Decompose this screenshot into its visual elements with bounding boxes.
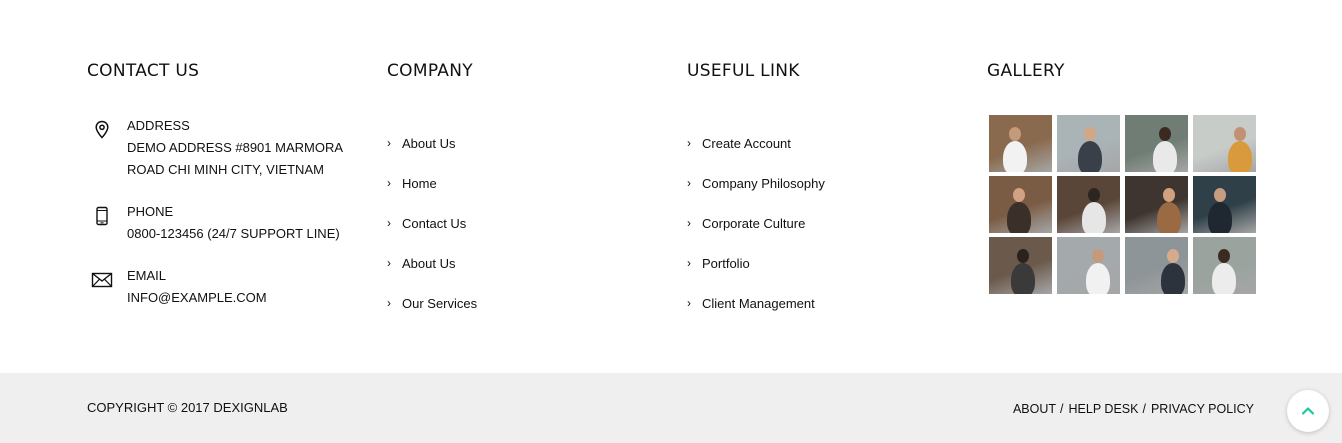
person-figure <box>1228 141 1252 172</box>
gallery-heading: GALLERY <box>987 61 1065 81</box>
chevron-right-icon: › <box>387 136 391 150</box>
envelope-icon <box>91 269 113 291</box>
person-figure <box>1003 141 1027 172</box>
person-figure <box>1086 263 1110 294</box>
person-figure <box>1007 202 1031 233</box>
chevron-right-icon: › <box>387 176 391 190</box>
person-figure <box>1078 141 1102 172</box>
person-figure <box>1153 141 1177 172</box>
footer-widgets: CONTACT US ADDRESS DEMO ADDRESS #8901 MA… <box>0 0 1342 373</box>
company-link[interactable]: › Our Services <box>387 283 477 323</box>
gallery-thumbnail[interactable] <box>1125 176 1188 233</box>
gallery-thumbnail[interactable] <box>989 115 1052 172</box>
useful-link[interactable]: › Corporate Culture <box>687 203 825 243</box>
gallery-thumbnail[interactable] <box>989 176 1052 233</box>
useful-link-label: Company Philosophy <box>702 175 825 191</box>
company-column: COMPANY › About Us › Home › Contact Us › Abo… <box>387 60 657 311</box>
person-figure <box>1082 202 1106 233</box>
useful-link-label: Portfolio <box>702 255 750 271</box>
person-head <box>1009 127 1021 141</box>
person-head <box>1159 127 1171 141</box>
person-figure <box>1208 202 1232 233</box>
gallery-thumbnail[interactable] <box>1057 115 1120 172</box>
company-link[interactable]: › About Us <box>387 123 477 163</box>
person-head <box>1084 127 1096 141</box>
useful-heading: USEFUL LINK <box>687 61 800 81</box>
map-pin-icon <box>91 119 113 141</box>
person-figure <box>1161 263 1185 294</box>
company-heading: COMPANY <box>387 61 473 81</box>
chevron-right-icon: › <box>687 216 691 230</box>
help-desk-link[interactable]: HELP DESK <box>1069 402 1139 416</box>
person-head <box>1013 188 1025 202</box>
gallery-column: GALLERY <box>987 60 1257 294</box>
person-head <box>1218 249 1230 263</box>
contact-heading: CONTACT US <box>87 61 200 81</box>
mobile-phone-icon <box>91 205 113 227</box>
company-link[interactable]: › Contact Us <box>387 203 477 243</box>
useful-link-label: Create Account <box>702 135 791 151</box>
person-head <box>1167 249 1179 263</box>
person-head <box>1234 127 1246 141</box>
person-head <box>1163 188 1175 202</box>
company-link-label: Our Services <box>402 295 478 311</box>
copyright-text: COPYRIGHT © 2017 DEXIGNLAB <box>87 400 288 415</box>
address-label: ADDRESS <box>127 118 190 133</box>
company-link[interactable]: › About Us <box>387 243 477 283</box>
gallery-thumbnail[interactable] <box>1057 237 1120 294</box>
privacy-policy-link[interactable]: PRIVACY POLICY <box>1151 402 1254 416</box>
chevron-right-icon: › <box>687 136 691 150</box>
chevron-right-icon: › <box>387 256 391 270</box>
contact-column: CONTACT US ADDRESS DEMO ADDRESS #8901 MA… <box>87 60 357 305</box>
gallery-thumbnail[interactable] <box>1125 115 1188 172</box>
company-link[interactable]: › Home <box>387 163 477 203</box>
email-value[interactable]: INFO@EXAMPLE.COM <box>127 287 357 309</box>
useful-link[interactable]: › Portfolio <box>687 243 825 283</box>
company-link-label: Home <box>402 175 437 191</box>
company-link-label: Contact Us <box>402 215 467 231</box>
useful-links-column: USEFUL LINK › Create Account › Company Phi… <box>687 60 957 311</box>
useful-links: › Create Account › Company Philosophy › Cor… <box>687 123 825 323</box>
bottom-links: ABOUT / HELP DESK / PRIVACY POLICY <box>1013 402 1254 416</box>
gallery-thumbnail[interactable] <box>1193 176 1256 233</box>
gallery-thumbnail[interactable] <box>989 237 1052 294</box>
gallery-thumbnail[interactable] <box>1193 237 1256 294</box>
chevron-right-icon: › <box>687 176 691 190</box>
person-head <box>1214 188 1226 202</box>
person-head <box>1088 188 1100 202</box>
chevron-right-icon: › <box>387 296 391 310</box>
gallery-thumbnail[interactable] <box>1125 237 1188 294</box>
chevron-right-icon: › <box>687 296 691 310</box>
chevron-right-icon: › <box>387 216 391 230</box>
useful-link-label: Corporate Culture <box>702 215 806 231</box>
phone-value[interactable]: 0800-123456 (24/7 SUPPORT LINE) <box>127 223 357 245</box>
address-line-2: ROAD CHI MINH CITY, VIETNAM <box>127 162 324 177</box>
footer-bottom-bar: COPYRIGHT © 2017 DEXIGNLAB ABOUT / HELP … <box>0 373 1342 443</box>
person-figure <box>1157 202 1181 233</box>
person-head <box>1017 249 1029 263</box>
useful-link[interactable]: › Company Philosophy <box>687 163 825 203</box>
useful-link[interactable]: › Create Account <box>687 123 825 163</box>
chevron-right-icon: › <box>687 256 691 270</box>
person-figure <box>1212 263 1236 294</box>
phone-label: PHONE <box>127 204 174 219</box>
useful-link-label: Client Management <box>702 295 815 311</box>
company-link-label: About Us <box>402 135 456 151</box>
link-separator: / <box>1142 402 1146 416</box>
scroll-to-top-button[interactable] <box>1287 390 1329 432</box>
link-separator: / <box>1060 402 1064 416</box>
chevron-up-icon <box>1301 407 1315 415</box>
person-figure <box>1011 263 1035 294</box>
address-line-1: DEMO ADDRESS #8901 MARMORA <box>127 140 344 155</box>
gallery-thumbnail[interactable] <box>1193 115 1256 172</box>
gallery-thumbnail[interactable] <box>1057 176 1120 233</box>
about-link[interactable]: ABOUT <box>1013 402 1056 416</box>
company-link-label: About Us <box>402 255 456 271</box>
company-links: › About Us › Home › Contact Us › About Us › O… <box>387 123 477 323</box>
useful-link[interactable]: › Client Management <box>687 283 825 323</box>
gallery-grid <box>989 115 1257 294</box>
person-head <box>1092 249 1104 263</box>
email-label: EMAIL <box>127 268 167 283</box>
